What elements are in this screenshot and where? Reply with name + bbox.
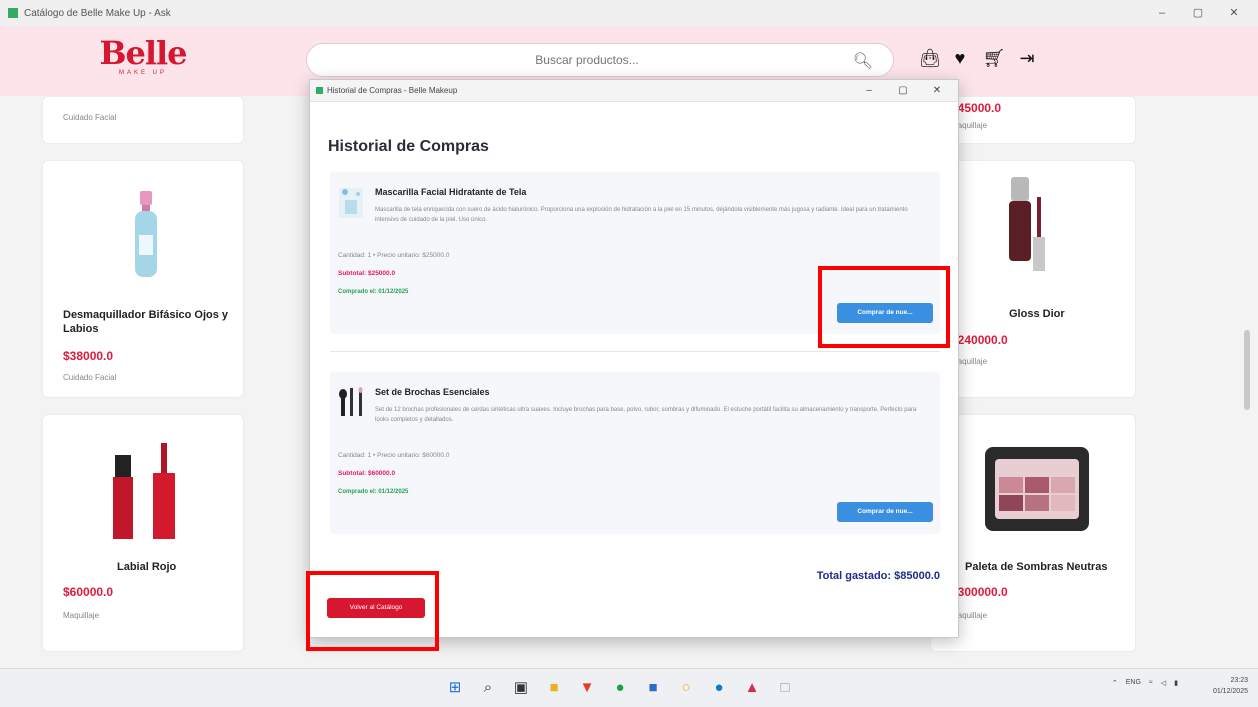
product-name: Labial Rojo	[117, 561, 177, 573]
product-price: $60000.0	[63, 585, 114, 599]
close-button[interactable]: ✕	[1216, 0, 1252, 26]
store-icon[interactable]: ■	[641, 677, 665, 699]
purchase-product-description: Set de 12 brochas profesionales de cerda…	[375, 407, 917, 423]
product-price: $38000.0	[63, 349, 114, 363]
purchase-product-description: Mascarilla de tela enriquecida con suero…	[375, 207, 908, 223]
product-image	[113, 443, 175, 539]
windows-start-icon[interactable]: ⊞	[443, 677, 467, 699]
product-image	[135, 191, 157, 277]
file-explorer-icon[interactable]: ■	[542, 677, 566, 699]
search-input[interactable]	[327, 44, 847, 76]
search-icon[interactable]: ⌕	[476, 677, 500, 699]
system-tray: ⌃ ENG ≈ ◁ ▮	[1104, 679, 1178, 687]
maximize-button[interactable]: ▢	[1180, 0, 1216, 26]
purchase-product-name: Set de Brochas Esenciales	[375, 387, 490, 397]
brave-browser-icon[interactable]: ▼	[575, 677, 599, 699]
clock-date: 01/12/2025	[1212, 688, 1248, 695]
java-app-icon[interactable]: □	[773, 677, 797, 699]
scrollbar-thumb[interactable]	[1244, 330, 1250, 410]
purchase-history-dialog: Historial de Compras - Belle Makeup – ▢ …	[309, 79, 959, 638]
heart-icon[interactable]: ♥	[948, 48, 972, 69]
purchase-subtotal: Subtotal: $60000.0	[338, 470, 396, 477]
wifi-icon[interactable]: ≈	[1149, 679, 1153, 687]
divider	[330, 351, 940, 352]
purchase-quantity: Cantidad: 1 • Precio unitario: $60000.0	[338, 452, 450, 459]
purchase-date: Comprado el: 01/12/2025	[338, 489, 409, 495]
chevron-up-icon[interactable]: ⌃	[1112, 679, 1118, 687]
product-name: Paleta de Sombras Neutras	[965, 561, 1108, 573]
shopping-bag-icon[interactable]: 👜︎	[918, 48, 942, 69]
product-thumbnail	[339, 387, 363, 416]
logo-text: Belle	[99, 34, 187, 72]
product-category: Cuidado Facial	[63, 373, 117, 382]
dialog-title: Historial de Compras - Belle Makeup	[327, 86, 458, 95]
product-category: Cuidado Facial	[63, 113, 117, 122]
volume-icon[interactable]: ◁	[1161, 679, 1166, 687]
dialog-maximize-button[interactable]: ▢	[886, 80, 920, 102]
product-card[interactable]: Labial Rojo $60000.0 Maquillaje	[42, 414, 244, 652]
product-card[interactable]: Paleta de Sombras Neutras $300000.0 Maqu…	[930, 414, 1136, 652]
product-card[interactable]: $45000.0 Maquillaje	[930, 96, 1136, 144]
purchase-product-name: Mascarilla Facial Hidratante de Tela	[375, 187, 527, 197]
product-image	[1009, 177, 1045, 271]
page-scrollbar[interactable]	[1244, 100, 1250, 660]
product-price: $300000.0	[951, 585, 1008, 599]
purchase-subtotal: Subtotal: $25000.0	[338, 270, 396, 277]
dialog-minimize-button[interactable]: –	[852, 80, 886, 102]
purchase-quantity: Cantidad: 1 • Precio unitario: $25000.0	[338, 252, 450, 259]
clock[interactable]: 23:23 01/12/2025	[1213, 675, 1248, 697]
total-spent: Total gastado: $85000.0	[816, 570, 940, 582]
product-card[interactable]: Cuidado Facial	[42, 96, 244, 144]
purchase-item: Set de Brochas Esenciales Set de 12 broc…	[330, 372, 940, 534]
logout-icon[interactable]: ⇥	[1015, 48, 1039, 69]
dialog-app-icon	[316, 87, 323, 94]
task-view-icon[interactable]: ▣	[509, 677, 533, 699]
battery-icon[interactable]: ▮	[1174, 679, 1178, 687]
dialog-titlebar: Historial de Compras - Belle Makeup – ▢ …	[310, 80, 958, 102]
search-icon[interactable]: 🔍︎	[853, 51, 873, 71]
brand-logo[interactable]: Belle MAKE UP	[88, 36, 198, 76]
purchase-date: Comprado el: 01/12/2025	[338, 289, 409, 295]
window-titlebar: Catálogo de Belle Make Up - Ask – ▢ ✕	[0, 0, 1258, 26]
search-bar: 🔍︎	[306, 43, 894, 77]
dialog-close-button[interactable]: ✕	[920, 80, 954, 102]
language-indicator[interactable]: ENG	[1126, 679, 1141, 687]
product-price: $240000.0	[951, 333, 1008, 347]
product-name: Gloss Dior	[1009, 308, 1065, 320]
app-icon[interactable]: ▲	[740, 677, 764, 699]
edge-icon[interactable]: ●	[707, 677, 731, 699]
window-title: Catálogo de Belle Make Up - Ask	[24, 7, 171, 19]
buy-again-button[interactable]: Comprar de nue...	[837, 502, 933, 522]
product-card[interactable]: Gloss Dior $240000.0 Maquillaje	[930, 160, 1136, 398]
highlight-box	[306, 571, 439, 651]
product-thumbnail	[339, 188, 363, 218]
product-card[interactable]: Desmaquillador Bifásico Ojos y Labios $3…	[42, 160, 244, 398]
chrome-icon[interactable]: ●	[608, 677, 632, 699]
app-icon	[8, 8, 18, 18]
highlight-box	[818, 266, 950, 348]
product-category: Maquillaje	[63, 611, 100, 620]
minimize-button[interactable]: –	[1144, 0, 1180, 26]
product-image	[985, 447, 1089, 531]
taskbar: ⊞ ⌕ ▣ ■ ▼ ● ■ ○ ● ▲ □ ⌃ ENG ≈ ◁ ▮ 23:23 …	[0, 668, 1258, 707]
page-title: Historial de Compras	[328, 138, 489, 155]
cart-icon[interactable]: 🛒︎	[982, 48, 1006, 69]
clock-time: 23:23	[1230, 677, 1248, 684]
product-name: Desmaquillador Bifásico Ojos y Labios	[63, 309, 229, 335]
app-icon[interactable]: ○	[674, 677, 698, 699]
